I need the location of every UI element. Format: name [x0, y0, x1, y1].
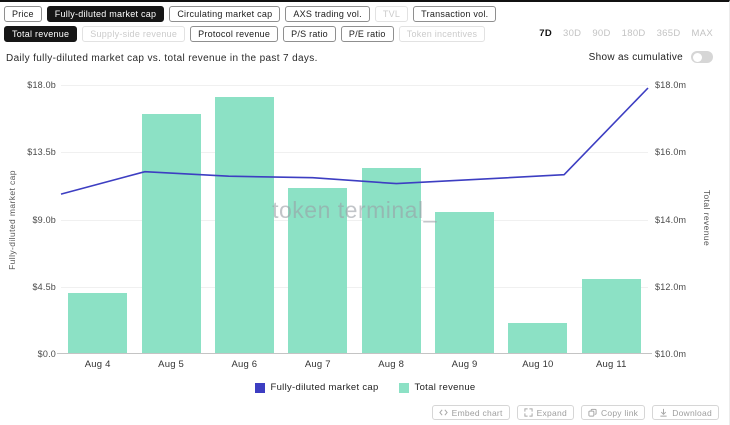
footer-button-label: Copy link — [601, 408, 638, 418]
footer-button-label: Expand — [537, 408, 567, 418]
legend-swatch — [255, 383, 265, 393]
tab-token-incentives: Token incentives — [399, 26, 486, 42]
left-tick-label: $13.5b — [0, 147, 56, 157]
tab-tvl: TVL — [375, 6, 408, 22]
x-label-aug-10: Aug 10 — [501, 359, 575, 370]
tab-p-e-ratio[interactable]: P/E ratio — [341, 26, 394, 42]
x-label-aug-5: Aug 5 — [134, 359, 208, 370]
tab-circulating-market-cap[interactable]: Circulating market cap — [169, 6, 280, 22]
range-30d[interactable]: 30D — [563, 28, 581, 39]
x-label-aug-9: Aug 9 — [428, 359, 502, 370]
left-tick-label: $18.0b — [0, 80, 56, 90]
copy-link-button[interactable]: Copy link — [581, 405, 645, 420]
range-max[interactable]: MAX — [692, 28, 714, 39]
x-label-aug-7: Aug 7 — [281, 359, 355, 370]
legend-label: Total revenue — [415, 382, 476, 393]
chart-subtitle: Daily fully-diluted market cap vs. total… — [6, 53, 318, 64]
download-icon — [659, 408, 668, 417]
tab-p-s-ratio[interactable]: P/S ratio — [283, 26, 336, 42]
right-tick-label: $16.0m — [655, 147, 686, 157]
right-tick-label: $14.0m — [655, 215, 686, 225]
cumulative-toggle-group: Show as cumulative — [589, 51, 713, 63]
legend-item-fully-diluted-market-cap[interactable]: Fully-diluted market cap — [255, 382, 379, 393]
tab-axs-trading-vol[interactable]: AXS trading vol. — [285, 6, 370, 22]
expand-icon — [524, 408, 533, 417]
left-tick-label: $0.0 — [0, 349, 56, 359]
range-180d[interactable]: 180D — [622, 28, 646, 39]
download-button[interactable]: Download — [652, 405, 719, 420]
code-icon — [439, 408, 448, 417]
x-label-aug-4: Aug 4 — [61, 359, 135, 370]
tab-supply-side-revenue: Supply-side revenue — [82, 26, 185, 42]
left-tick-label: $4.5b — [0, 282, 56, 292]
tab-transaction-vol[interactable]: Transaction vol. — [413, 6, 496, 22]
right-tick-label: $12.0m — [655, 282, 686, 292]
toggle-knob — [693, 53, 702, 62]
footer-button-label: Download — [672, 408, 712, 418]
cumulative-toggle-label: Show as cumulative — [589, 52, 683, 63]
metric-tabs-row-2: Total revenue Supply-side revenue Protocol… — [4, 26, 485, 42]
legend-item-total-revenue[interactable]: Total revenue — [399, 382, 476, 393]
tab-fully-diluted-market-cap[interactable]: Fully-diluted market cap — [47, 6, 165, 22]
line-series — [61, 85, 648, 354]
range-365d[interactable]: 365D — [657, 28, 681, 39]
chart-action-buttons: Embed chart Expand Copy link Download — [432, 405, 719, 420]
right-tick-label: $10.0m — [655, 349, 686, 359]
plot-area — [61, 85, 648, 354]
footer-button-label: Embed chart — [452, 408, 503, 418]
expand-button[interactable]: Expand — [517, 405, 574, 420]
cumulative-toggle[interactable] — [691, 51, 713, 63]
right-tick-label: $18.0m — [655, 80, 686, 90]
time-range-selector: 7D 30D 90D 180D 365D MAX — [539, 28, 713, 39]
tab-protocol-revenue[interactable]: Protocol revenue — [190, 26, 278, 42]
legend-swatch — [399, 383, 409, 393]
x-label-aug-11: Aug 11 — [574, 359, 648, 370]
range-7d[interactable]: 7D — [539, 28, 552, 39]
x-label-aug-6: Aug 6 — [207, 359, 281, 370]
legend-label: Fully-diluted market cap — [271, 382, 379, 393]
tab-total-revenue[interactable]: Total revenue — [4, 26, 77, 42]
chart-legend: Fully-diluted market cap Total revenue — [0, 382, 730, 393]
left-tick-label: $9.0b — [0, 215, 56, 225]
embed-chart-button[interactable]: Embed chart — [432, 405, 510, 420]
metric-tabs-row-1: Price Fully-diluted market capCirculating… — [4, 6, 496, 22]
token-terminal-chart-card: PriceFully-diluted market capCirculating… — [0, 0, 730, 425]
right-axis-title: Total revenue — [702, 148, 712, 288]
x-label-aug-8: Aug 8 — [354, 359, 428, 370]
tab-price[interactable]: Price — [4, 6, 42, 22]
link-icon — [588, 408, 597, 417]
range-90d[interactable]: 90D — [592, 28, 610, 39]
